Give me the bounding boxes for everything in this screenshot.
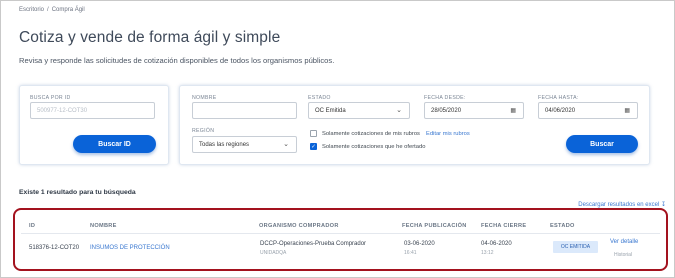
fecha-desde-input[interactable]: 28/05/2020 ▦ [424,102,524,119]
cell-hora-publicacion: 16:41 [404,250,417,256]
fecha-desde-value: 28/05/2020 [431,107,462,114]
ver-detalle-link[interactable]: Ver detalle [610,239,638,245]
region-select-value: Todas las regiones [199,141,250,148]
cell-organismo: DCCP-Operaciones-Prueba Comprador [260,241,367,247]
historial-link[interactable]: Historial [614,252,632,258]
fecha-hasta-value: 04/06/2020 [545,107,576,114]
cell-hora-cierre: 13:12 [481,250,494,256]
column-header-id: ID [29,223,36,229]
column-header-fecha-cierre: FECHA CIERRE [481,223,527,229]
chevron-down-icon: ⌄ [396,107,402,114]
breadcrumb-home-link[interactable]: Escritorio [19,7,44,13]
header-divider [21,233,660,234]
column-header-nombre: NOMBRE [90,223,117,229]
column-header-fecha-publicacion: FECHA PUBLICACIÓN [402,223,467,229]
check-mis-rubros[interactable]: Solamente cotizaciones de mis rubros Edi… [310,130,470,137]
calendar-icon[interactable]: ▦ [510,107,516,114]
region-select[interactable]: Todas las regiones ⌄ [192,136,297,153]
cell-fecha-cierre: 04-06-2020 [481,241,512,247]
results-summary: Existe 1 resultado para tu búsqueda [19,189,136,196]
search-button[interactable]: Buscar [566,135,638,153]
checkbox-ofertado[interactable]: ✓ [310,143,317,150]
cell-nombre-link[interactable]: INSUMOS DE PROTECCIÓN [90,245,170,251]
edit-rubros-link[interactable]: Editar mis rubros [426,131,470,137]
check-ofertado-label: Solamente cotizaciones que he ofertado [322,143,426,150]
search-id-button[interactable]: Buscar ID [73,135,156,153]
estado-select[interactable]: OC Emitida ⌄ [308,102,410,119]
check-ofertado[interactable]: ✓ Solamente cotizaciones que he ofertado [310,143,425,150]
cell-fecha-publicacion: 03-06-2020 [404,241,435,247]
search-id-panel: BUSCA POR ID 500977-12-COT30 Buscar ID [19,85,169,165]
filters-panel: NOMBRE ESTADO OC Emitida ⌄ FECHA DESDE: … [179,85,650,165]
status-badge: OC EMITIDA [553,241,598,253]
chevron-down-icon: ⌄ [283,141,289,148]
download-excel-link[interactable]: Descargar resultados en excel ↧ [578,201,666,208]
calendar-icon[interactable]: ▦ [624,107,630,114]
breadcrumb-current: Compra Ágil [51,7,85,13]
estado-select-value: OC Emitida [315,107,346,114]
breadcrumb: Escritorio / Compra Ágil [19,7,85,13]
page-frame: Escritorio / Compra Ágil Cotiza y vende de… [0,0,675,278]
cell-unidad: UNIDADQA [260,250,287,256]
nombre-input[interactable] [192,102,297,119]
check-mis-rubros-label: Solamente cotizaciones de mis rubros [322,130,420,137]
download-icon: ↧ [660,202,666,208]
fecha-hasta-input[interactable]: 04/06/2020 ▦ [538,102,638,119]
checkbox-mis-rubros[interactable] [310,130,317,137]
region-label: REGIÓN [192,128,215,134]
estado-label: ESTADO [308,95,331,101]
column-header-estado: ESTADO [550,223,575,229]
fecha-desde-label: FECHA DESDE: [424,95,466,101]
column-header-organismo: ORGANISMO COMPRADOR [259,223,339,229]
page-subtitle: Revisa y responde las solicitudes de cot… [19,56,335,65]
cell-id: 518376-12-COT20 [29,245,80,251]
search-id-label: BUSCA POR ID [30,95,71,101]
breadcrumb-separator: / [47,7,49,13]
results-table: ID NOMBRE ORGANISMO COMPRADOR FECHA PUBL… [13,208,668,271]
page-title: Cotiza y vende de forma ágil y simple [19,29,281,46]
nombre-label: NOMBRE [192,95,217,101]
fecha-hasta-label: FECHA HASTA: [538,95,579,101]
search-id-input[interactable]: 500977-12-COT30 [30,102,155,119]
